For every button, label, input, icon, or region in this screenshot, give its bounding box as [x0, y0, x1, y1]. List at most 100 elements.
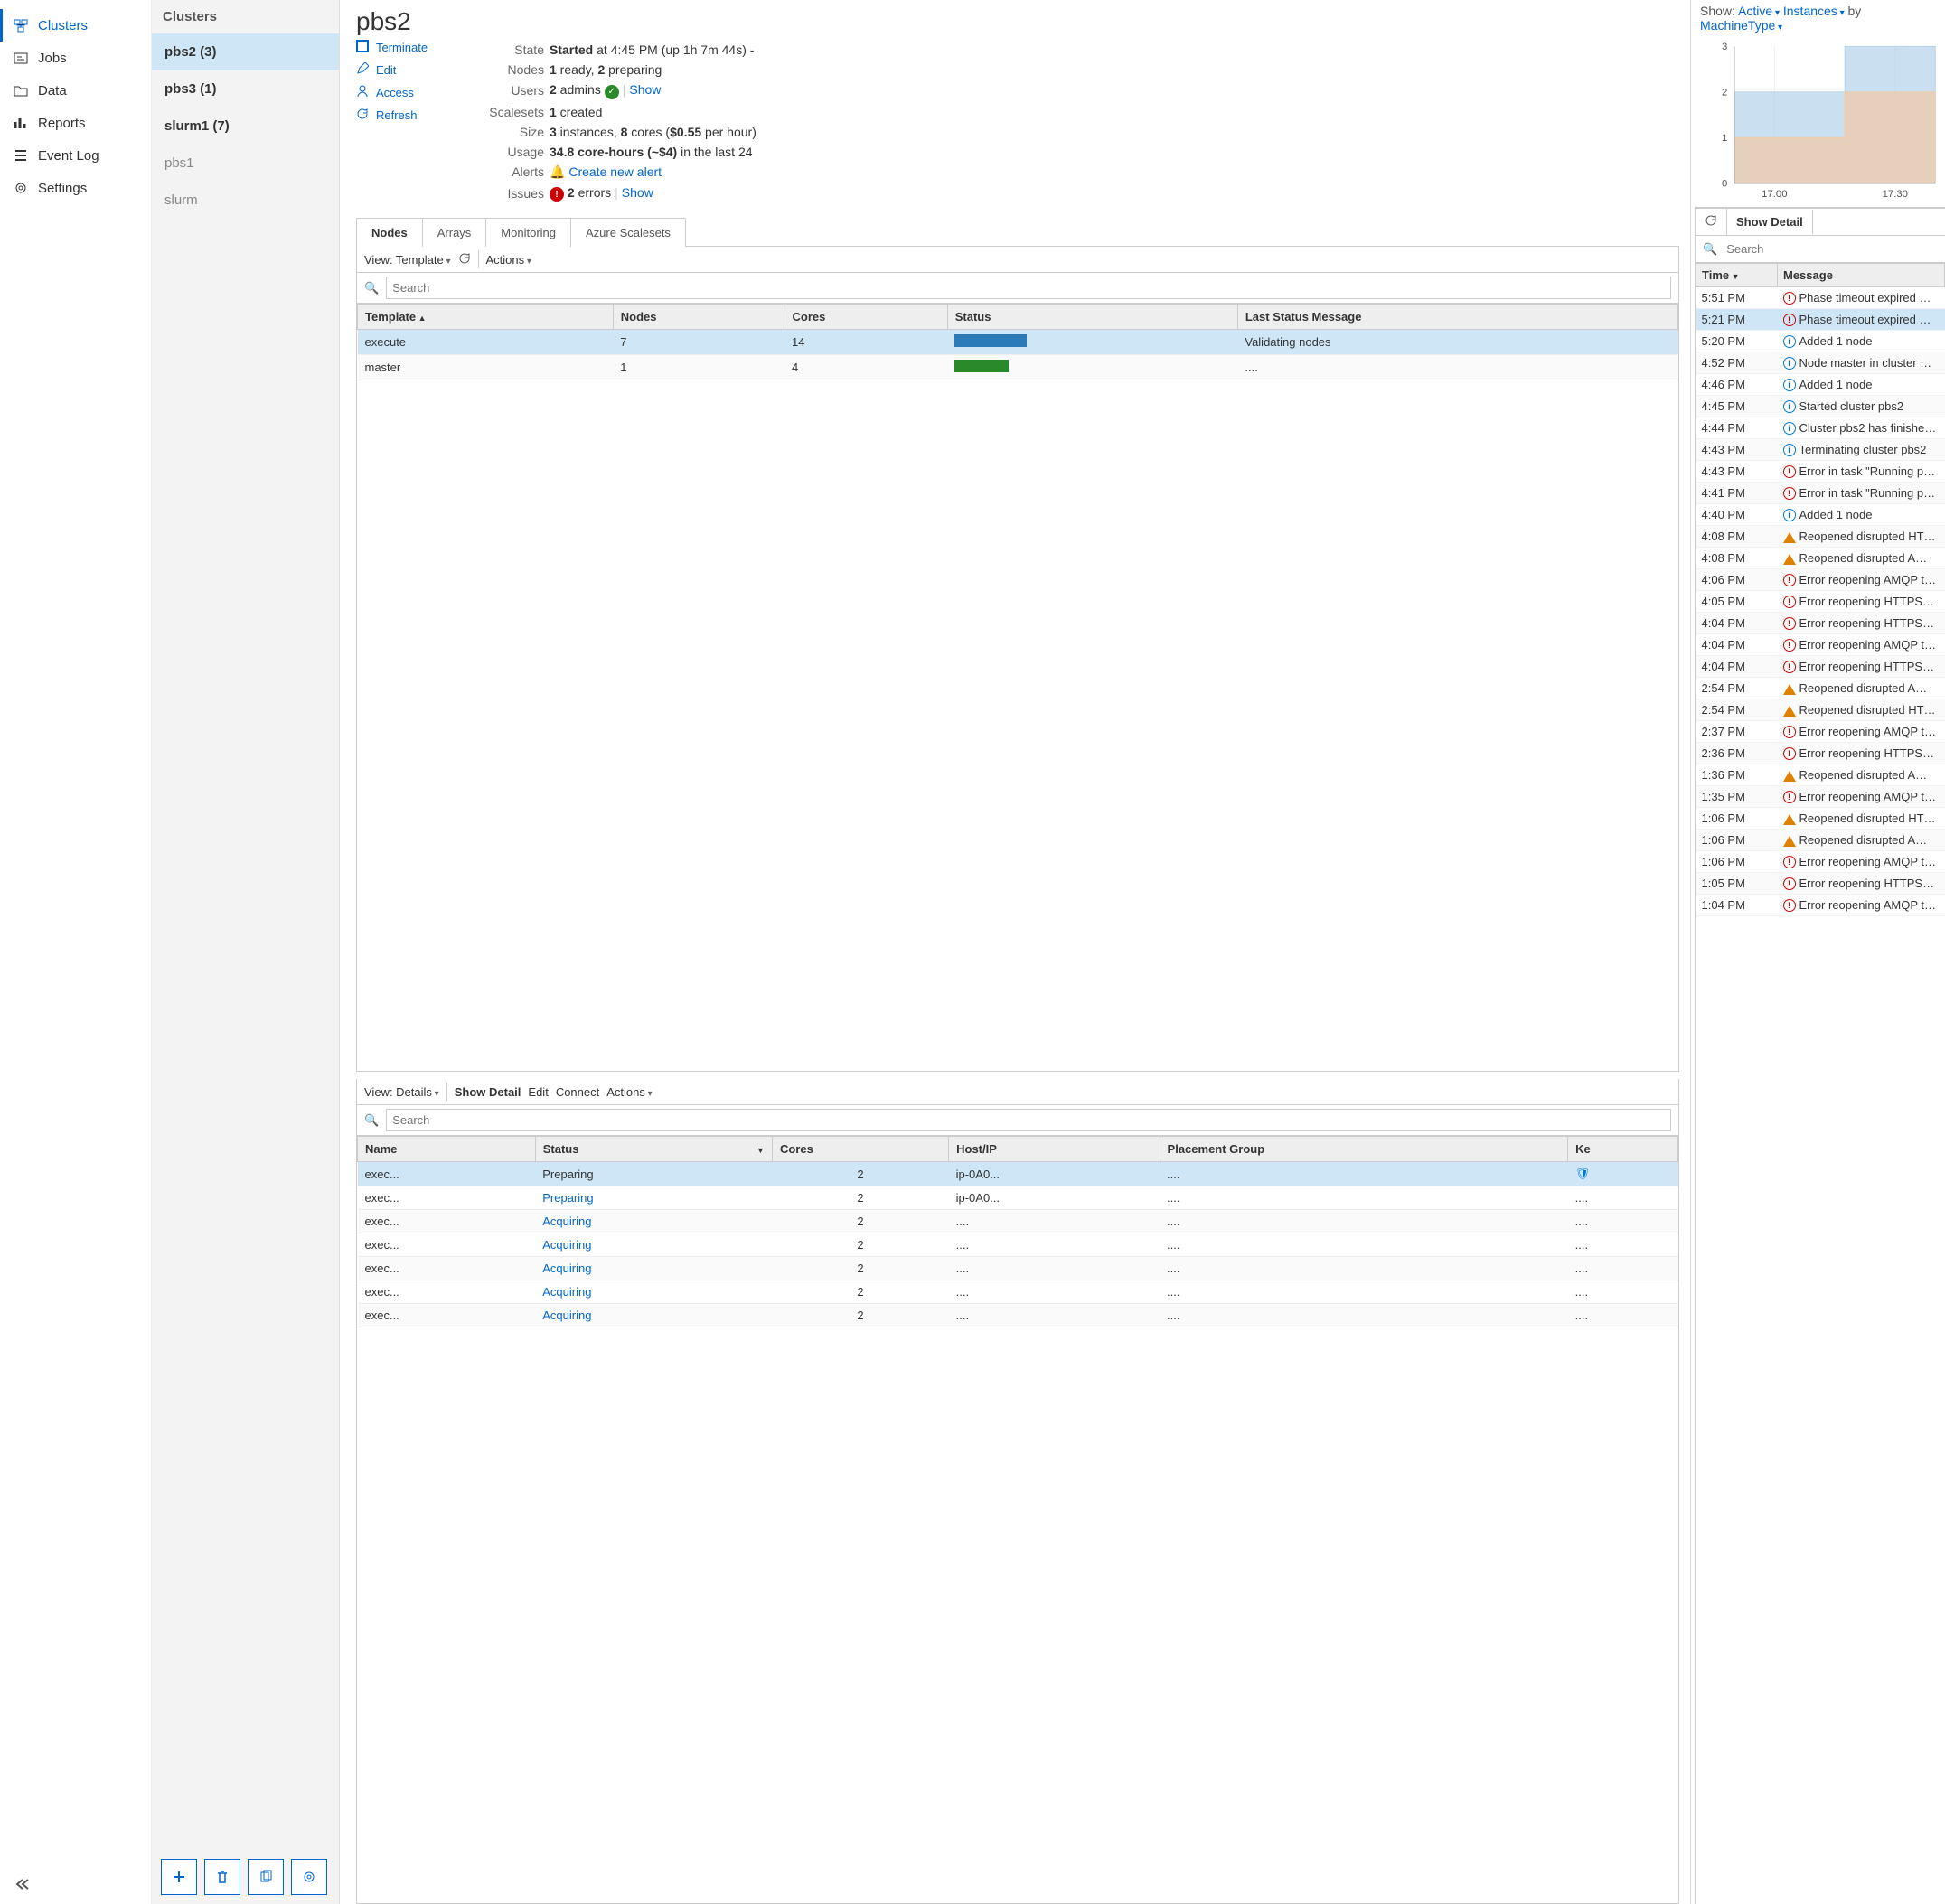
details-actions-dropdown[interactable]: Actions [606, 1085, 652, 1099]
tab-azure-scalesets[interactable]: Azure Scalesets [570, 218, 686, 247]
terminate-action[interactable]: Terminate [356, 40, 465, 55]
tab-nodes[interactable]: Nodes [356, 218, 423, 247]
cluster-item[interactable]: slurm1 (7) [152, 108, 339, 145]
show-detail-button[interactable]: Show Detail [455, 1085, 521, 1099]
event-row[interactable]: 4:44 PMiCluster pbs2 has finished te [1696, 417, 1945, 439]
copy-cluster-button[interactable] [248, 1859, 284, 1895]
error-icon: ! [1783, 596, 1796, 608]
refresh-templates-button[interactable] [458, 252, 471, 267]
details-col-header[interactable]: Name [358, 1137, 536, 1162]
event-row[interactable]: 1:05 PM!Error reopening HTTPS tun [1696, 873, 1945, 895]
event-row[interactable]: 4:08 PMReopened disrupted HTTPS [1696, 526, 1945, 548]
add-cluster-button[interactable] [161, 1859, 197, 1895]
templates-col-header[interactable]: Nodes [613, 305, 785, 330]
refresh-events-button[interactable] [1696, 209, 1727, 235]
view-template-dropdown[interactable]: View: Template [364, 253, 451, 267]
cluster-item[interactable]: pbs3 (1) [152, 70, 339, 108]
event-row[interactable]: 4:46 PMiAdded 1 node [1696, 374, 1945, 396]
templates-col-header[interactable]: Status [947, 305, 1237, 330]
nav-item-clusters[interactable]: Clusters [0, 9, 151, 42]
users-show-link[interactable]: Show [629, 82, 661, 97]
node-row[interactable]: exec...Acquiring2............ [358, 1304, 1678, 1327]
event-row[interactable]: 4:08 PMReopened disrupted AMQF [1696, 548, 1945, 569]
templates-table: TemplateNodesCoresStatusLast Status Mess… [356, 304, 1679, 1072]
issues-show-link[interactable]: Show [622, 185, 653, 200]
event-row[interactable]: 1:35 PM!Error reopening AMQP tun [1696, 786, 1945, 808]
square-icon [356, 40, 369, 55]
template-row[interactable]: master14.... [358, 355, 1678, 380]
event-row[interactable]: 4:04 PM!Error reopening AMQP tun [1696, 634, 1945, 656]
tab-monitoring[interactable]: Monitoring [485, 218, 571, 247]
details-col-header[interactable]: Cores [772, 1137, 948, 1162]
event-row[interactable]: 4:41 PM!Error in task "Running phas [1696, 483, 1945, 504]
access-action[interactable]: Access [356, 85, 465, 100]
tab-arrays[interactable]: Arrays [422, 218, 487, 247]
event-row[interactable]: 1:36 PMReopened disrupted AMQF [1696, 764, 1945, 786]
event-row[interactable]: 5:51 PM!Phase timeout expired whi [1696, 287, 1945, 309]
event-row[interactable]: 1:06 PMReopened disrupted HTTPS [1696, 808, 1945, 830]
event-row[interactable]: 2:54 PMReopened disrupted AMQF [1696, 678, 1945, 699]
events-message-header[interactable]: Message [1778, 264, 1945, 287]
event-row[interactable]: 1:04 PM!Error reopening AMQP tun [1696, 895, 1945, 916]
event-row[interactable]: 1:06 PM!Error reopening AMQP tun [1696, 851, 1945, 873]
nav-item-reports[interactable]: Reports [0, 107, 151, 139]
events-search-input[interactable] [1723, 239, 1938, 259]
node-row[interactable]: exec...Preparing2ip-0A0........... [358, 1186, 1678, 1210]
node-row[interactable]: exec...Acquiring2............ [358, 1210, 1678, 1233]
cluster-item[interactable]: pbs1 [152, 145, 339, 182]
cluster-settings-button[interactable] [291, 1859, 327, 1895]
edit-action[interactable]: Edit [356, 62, 465, 78]
collapse-nav-button[interactable] [0, 1867, 151, 1904]
nav-item-data[interactable]: Data [0, 74, 151, 107]
event-row[interactable]: 4:43 PM!Error in task "Running phas [1696, 461, 1945, 483]
event-row[interactable]: 4:04 PM!Error reopening HTTPS tun [1696, 656, 1945, 678]
templates-col-header[interactable]: Template [358, 305, 614, 330]
gear-icon [13, 180, 29, 196]
details-col-header[interactable]: Status [535, 1137, 772, 1162]
node-row[interactable]: exec...Acquiring2............ [358, 1233, 1678, 1257]
templates-actions-dropdown[interactable]: Actions [486, 253, 531, 267]
details-col-header[interactable]: Placement Group [1160, 1137, 1568, 1162]
templates-col-header[interactable]: Cores [785, 305, 947, 330]
event-row[interactable]: 4:52 PMiNode master in cluster pbs [1696, 352, 1945, 374]
node-row[interactable]: exec...Preparing2ip-0A0.......🛡 [358, 1162, 1678, 1186]
event-row[interactable]: 4:04 PM!Error reopening HTTPS tun [1696, 613, 1945, 634]
events-time-header[interactable]: Time [1696, 264, 1778, 287]
node-row[interactable]: exec...Acquiring2............ [358, 1280, 1678, 1304]
cluster-item[interactable]: slurm [152, 182, 339, 219]
error-icon: ! [1783, 877, 1796, 890]
event-row[interactable]: 4:45 PMiStarted cluster pbs2 [1696, 396, 1945, 417]
event-row[interactable]: 2:54 PMReopened disrupted HTTPS [1696, 699, 1945, 721]
nav-item-settings[interactable]: Settings [0, 172, 151, 204]
refresh-action[interactable]: Refresh [356, 108, 465, 123]
template-row[interactable]: execute714Validating nodes [358, 330, 1678, 355]
event-row[interactable]: 2:37 PM!Error reopening AMQP tun [1696, 721, 1945, 743]
details-connect-button[interactable]: Connect [556, 1085, 599, 1099]
details-col-header[interactable]: Ke [1568, 1137, 1678, 1162]
node-row[interactable]: exec...Acquiring2............ [358, 1257, 1678, 1280]
event-row[interactable]: 4:06 PM!Error reopening AMQP tun [1696, 569, 1945, 591]
details-col-header[interactable]: Host/IP [949, 1137, 1160, 1162]
error-icon: ! [1783, 292, 1796, 305]
event-row[interactable]: 1:06 PMReopened disrupted AMQF [1696, 830, 1945, 851]
event-row[interactable]: 4:05 PM!Error reopening HTTPS tun [1696, 591, 1945, 613]
details-search-input[interactable] [386, 1109, 1671, 1131]
event-row[interactable]: 5:20 PMiAdded 1 node [1696, 331, 1945, 352]
show-active-dropdown[interactable]: Active [1738, 4, 1780, 18]
events-show-detail-button[interactable]: Show Detail [1727, 210, 1813, 234]
create-alert-link[interactable]: Create new alert [568, 164, 662, 179]
event-row[interactable]: 4:43 PMiTerminating cluster pbs2 [1696, 439, 1945, 461]
nav-item-event-log[interactable]: Event Log [0, 139, 151, 172]
view-details-dropdown[interactable]: View: Details [364, 1085, 439, 1099]
event-row[interactable]: 4:40 PMiAdded 1 node [1696, 504, 1945, 526]
event-row[interactable]: 5:21 PM!Phase timeout expired whi [1696, 309, 1945, 331]
event-row[interactable]: 2:36 PM!Error reopening HTTPS tun [1696, 743, 1945, 764]
details-edit-button[interactable]: Edit [528, 1085, 548, 1099]
cluster-item[interactable]: pbs2 (3) [152, 33, 339, 70]
delete-cluster-button[interactable] [204, 1859, 240, 1895]
nav-item-jobs[interactable]: Jobs [0, 42, 151, 74]
templates-search-input[interactable] [386, 277, 1671, 299]
templates-col-header[interactable]: Last Status Message [1237, 305, 1677, 330]
show-machinetype-dropdown[interactable]: MachineType [1700, 18, 1782, 33]
show-instances-dropdown[interactable]: Instances [1783, 4, 1845, 18]
